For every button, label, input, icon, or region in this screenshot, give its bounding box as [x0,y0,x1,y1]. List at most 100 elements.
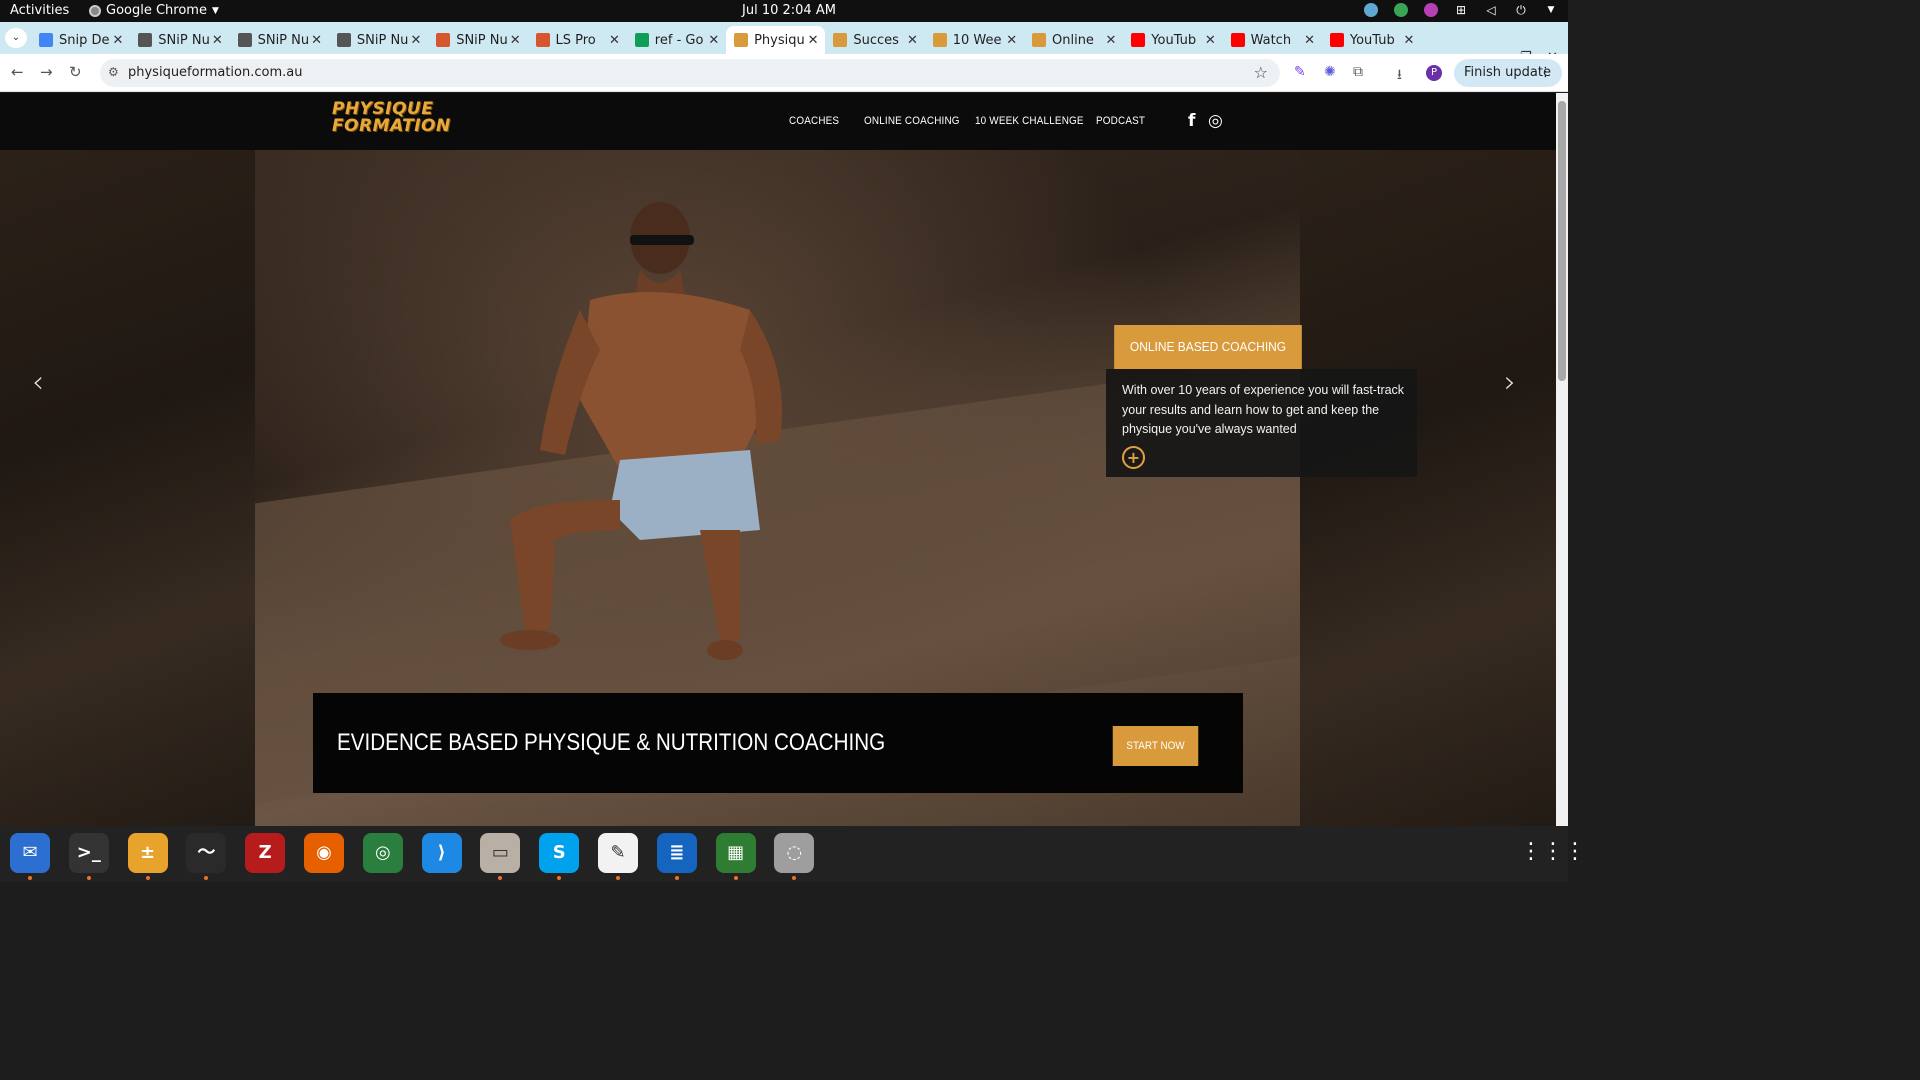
filezilla-icon[interactable]: Z [245,833,286,873]
dock-glyph: ✉ [22,842,38,863]
scrollbar-thumb[interactable] [1558,101,1566,381]
reload-button[interactable]: ↻ [69,63,82,81]
nav-coaches[interactable]: COACHES [789,115,839,127]
previous-slide-preview[interactable] [0,150,255,826]
tab-label: YouTub [1349,32,1395,48]
running-indicator [557,876,562,880]
coaching-card-text: With over 10 years of experience you wil… [1122,383,1405,436]
tab-search-button[interactable]: ⌄ [5,28,27,48]
tab-close-icon[interactable]: ✕ [1302,33,1318,48]
browser-tab[interactable]: Snip De ✕ [31,26,130,54]
sync-tray-icon[interactable] [1364,3,1378,17]
tray-caret-icon[interactable]: ▼ [1544,3,1558,17]
dock: ✉ >_ ± 〜 Z ◉ ◎ ⟩ ▭ S ✎ ≣ ▦ ◌ ⋮⋮⋮ [0,826,1586,882]
tab-strip: ⌄ Snip De ✕ SNiP Nu ✕ SNiP Nu ✕ SNiP Nu ✕ SNiP N… [0,22,1568,71]
url-text[interactable]: physiqueformation.com.au [128,65,302,80]
next-slide-preview[interactable] [1300,150,1556,826]
browser-tab[interactable]: ref - Go ✕ [627,26,726,54]
tab-close-icon[interactable]: ✕ [706,33,722,48]
calculator-icon[interactable]: ± [127,833,168,873]
tab-close-icon[interactable]: ✕ [507,33,523,48]
vscode-icon[interactable]: ⟩ [421,833,462,873]
bookmark-star-icon[interactable]: ☆ [1254,63,1268,82]
firefox-icon[interactable]: ◉ [304,833,344,873]
tab-label: ref - Go [654,32,704,48]
thunderbird-icon[interactable]: ✉ [10,833,50,873]
browser-tab[interactable]: Online ✕ [1024,26,1123,54]
tab-close-icon[interactable]: ✕ [1202,33,1218,48]
start-now-button[interactable]: START NOW [1112,726,1199,766]
extensions-puzzle-icon[interactable]: ⧉ [1353,64,1363,80]
tab-close-icon[interactable]: ✕ [607,33,623,48]
page-scrollbar[interactable] [1556,93,1568,826]
address-bar[interactable]: ⚙ physiqueformation.com.au ☆ [100,59,1280,87]
color-tray-icon[interactable] [1424,3,1438,17]
carousel-next-arrow[interactable]: › [1504,365,1516,400]
nav-10-week-challenge[interactable]: 10 WEEK CHALLENGE [975,115,1084,127]
running-indicator [674,876,679,880]
power-icon[interactable]: ⏻ [1514,3,1528,17]
nav-online-coaching[interactable]: ONLINE COACHING [864,115,960,127]
skype-icon[interactable]: S [539,833,580,873]
tab-label: 10 Wee [952,32,1002,48]
tab-close-icon[interactable]: ✕ [110,33,126,48]
show-apps-grid-icon[interactable]: ⋮⋮⋮ [1520,839,1586,864]
site-info-icon[interactable]: ⚙ [108,65,119,79]
tab-close-icon[interactable]: ✕ [408,33,424,48]
profile-avatar[interactable]: P [1426,65,1442,81]
files-icon[interactable]: ▭ [480,833,521,873]
system-tray[interactable]: ⊞ ◁ ⏻ ▼ [1364,3,1558,17]
browser-tab[interactable]: LS Pro ✕ [528,26,627,54]
text-editor-icon[interactable]: ✎ [598,833,638,873]
site-logo[interactable]: PHYSIQUE FORMATION [332,101,474,139]
dock-glyph: S [552,842,566,863]
tab-close-icon[interactable]: ✕ [1401,33,1417,48]
check-tray-icon[interactable] [1394,3,1408,17]
finish-update-button[interactable]: Finish update ⋮ [1454,59,1562,87]
network-icon[interactable]: ⊞ [1454,3,1468,17]
browser-tab[interactable]: Watch ✕ [1223,26,1322,54]
downloads-icon[interactable]: ⭳ [1397,64,1402,88]
browser-tab[interactable]: SNiP Nu ✕ [428,26,527,54]
dock-glyph: 〜 [197,842,216,863]
browser-tab[interactable]: SNiP Nu ✕ [230,26,329,54]
coaching-card-title[interactable]: ONLINE BASED COACHING [1114,325,1302,369]
browser-tab[interactable]: 10 Wee ✕ [925,26,1024,54]
tab-close-icon[interactable]: ✕ [209,33,225,48]
app-menu[interactable]: Google Chrome ▼ [89,3,219,18]
browser-tab[interactable]: Physiqu ✕ [726,26,826,54]
kebab-menu-icon: ⋮ [1539,65,1552,80]
forward-button[interactable]: → [40,63,53,81]
browser-tab[interactable]: YouTub ✕ [1123,26,1222,54]
back-button[interactable]: ← [11,63,24,81]
writer-icon[interactable]: ≣ [656,833,697,873]
nav-podcast[interactable]: PODCAST [1096,115,1145,127]
gear-extension-icon[interactable]: ✺ [1324,64,1336,80]
tab-close-icon[interactable]: ✕ [1004,33,1020,48]
facebook-icon[interactable]: f [1188,111,1195,131]
expand-plus-icon[interactable]: + [1122,446,1145,469]
terminal-icon[interactable]: >_ [68,833,109,873]
logo-line-2: FORMATION [332,116,451,136]
volume-icon[interactable]: ◁ [1484,3,1498,17]
carousel-prev-arrow[interactable]: ‹ [32,365,44,400]
tab-close-icon[interactable]: ✕ [805,33,821,48]
pen-extension-icon[interactable]: ✎ [1294,64,1306,80]
tab-close-icon[interactable]: ✕ [1103,33,1119,48]
disk-icon[interactable]: ◌ [774,833,815,873]
calc-sheet-icon[interactable]: ▦ [715,833,756,873]
clock[interactable]: Jul 10 2:04 AM [742,3,836,18]
activities-button[interactable]: Activities [10,3,69,18]
browser-tab[interactable]: YouTub ✕ [1322,26,1421,54]
tab-label: SNiP Nu [456,32,508,48]
browser-tab[interactable]: SNiP Nu ✕ [130,26,229,54]
browser-tab[interactable]: Succes ✕ [825,26,924,54]
cta-band: EVIDENCE BASED PHYSIQUE & NUTRITION COAC… [313,693,1243,793]
tab-favicon-icon [39,33,53,47]
system-monitor-icon[interactable]: 〜 [186,833,227,873]
tab-close-icon[interactable]: ✕ [904,33,920,48]
instagram-icon[interactable]: ◎ [1208,111,1223,131]
chrome-icon[interactable]: ◎ [362,833,403,873]
tab-close-icon[interactable]: ✕ [309,33,325,48]
browser-tab[interactable]: SNiP Nu ✕ [329,26,428,54]
